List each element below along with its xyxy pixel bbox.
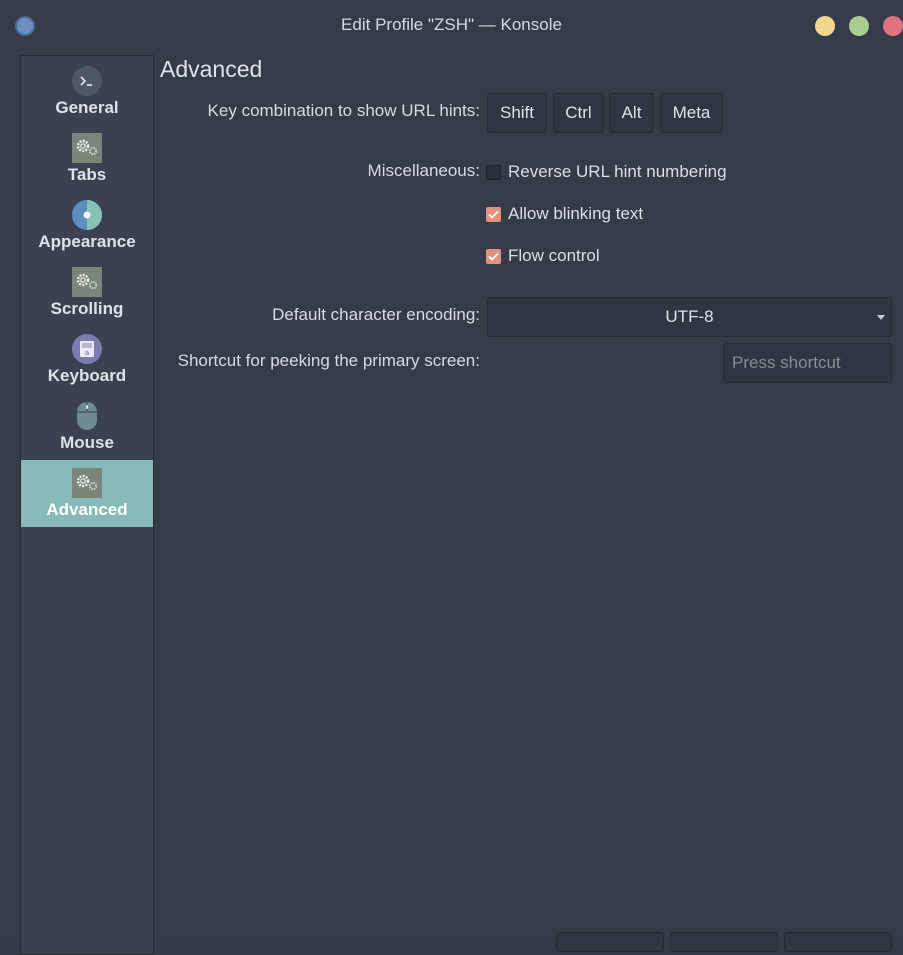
alt-key-button[interactable]: Alt [609, 93, 654, 133]
misc-label: Miscellaneous: [367, 161, 480, 180]
svg-text:a: a [85, 349, 89, 357]
titlebar: Edit Profile "ZSH" — Konsole [0, 0, 903, 52]
dialog-button-1[interactable] [556, 932, 664, 952]
checkbox-label: Flow control [508, 246, 600, 265]
checkbox-checked-icon[interactable] [486, 248, 501, 264]
page-title: Advanced [160, 56, 263, 82]
dialog-button-2[interactable] [670, 932, 778, 952]
url-hints-label: Key combination to show URL hints: [207, 101, 480, 120]
dialog-window: Edit Profile "ZSH" — Konsole General Tab… [0, 0, 903, 955]
dialog-button-3[interactable] [784, 932, 892, 952]
sidebar-item-appearance[interactable]: Appearance [21, 192, 153, 259]
sidebar-item-label: Keyboard [47, 366, 127, 385]
terminal-icon [72, 66, 102, 96]
close-icon[interactable] [883, 16, 903, 36]
keyboard-icon: a [72, 334, 102, 364]
reverse-url-hint-checkbox[interactable]: Reverse URL hint numbering [486, 160, 727, 184]
sidebar-item-general[interactable]: General [21, 58, 153, 125]
minimize-icon[interactable] [815, 16, 835, 36]
sidebar-item-label: Tabs [67, 165, 107, 184]
sidebar-item-label: Advanced [46, 500, 128, 519]
shift-key-button[interactable]: Shift [487, 93, 547, 133]
gears-icon [72, 468, 102, 498]
checkbox-unchecked-icon[interactable] [486, 164, 501, 180]
peek-shortcut-input[interactable]: Press shortcut [723, 343, 892, 383]
sidebar-item-label: General [55, 98, 119, 117]
chevron-down-icon [877, 315, 885, 320]
encoding-value: UTF-8 [665, 307, 714, 326]
checkbox-label: Allow blinking text [508, 204, 644, 223]
sidebar: General Tabs Appearance Scrolling a Keyb… [20, 55, 154, 955]
color-wheel-icon [72, 200, 102, 230]
window-title: Edit Profile "ZSH" — Konsole [341, 15, 562, 34]
sidebar-item-keyboard[interactable]: a Keyboard [21, 326, 153, 393]
encoding-label: Default character encoding: [272, 305, 480, 324]
sidebar-item-advanced[interactable]: Advanced [21, 460, 153, 527]
gears-icon [72, 267, 102, 297]
flow-control-checkbox[interactable]: Flow control [486, 244, 600, 268]
mouse-icon [72, 401, 102, 431]
sidebar-item-mouse[interactable]: Mouse [21, 393, 153, 460]
sidebar-item-label: Appearance [38, 232, 136, 251]
sidebar-item-label: Mouse [60, 433, 114, 452]
checkbox-label: Reverse URL hint numbering [508, 162, 727, 181]
checkbox-checked-icon[interactable] [486, 206, 501, 222]
ctrl-key-button[interactable]: Ctrl [553, 93, 604, 133]
allow-blinking-text-checkbox[interactable]: Allow blinking text [486, 202, 643, 226]
peek-shortcut-label: Shortcut for peeking the primary screen: [177, 351, 480, 370]
sidebar-item-scrolling[interactable]: Scrolling [21, 259, 153, 326]
sidebar-item-label: Scrolling [50, 299, 124, 318]
gears-icon [72, 133, 102, 163]
maximize-icon[interactable] [849, 16, 869, 36]
encoding-select[interactable]: UTF-8 [487, 297, 892, 337]
sidebar-item-tabs[interactable]: Tabs [21, 125, 153, 192]
meta-key-button[interactable]: Meta [660, 93, 723, 133]
